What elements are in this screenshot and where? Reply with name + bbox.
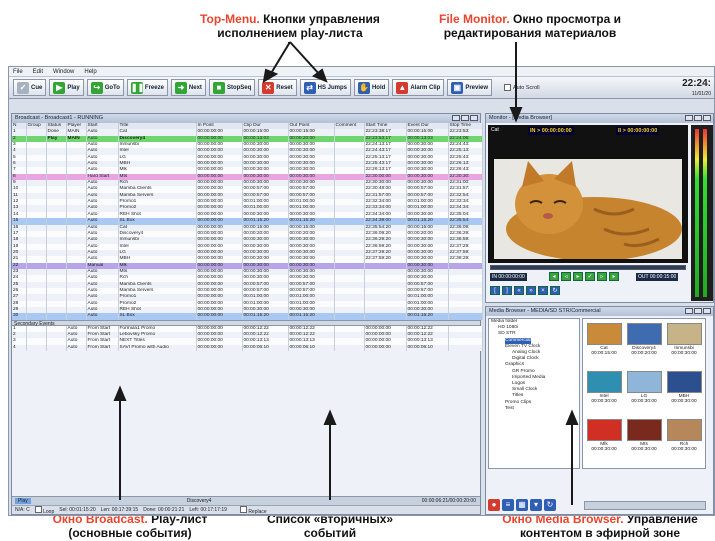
callout-arrows (113, 41, 579, 505)
